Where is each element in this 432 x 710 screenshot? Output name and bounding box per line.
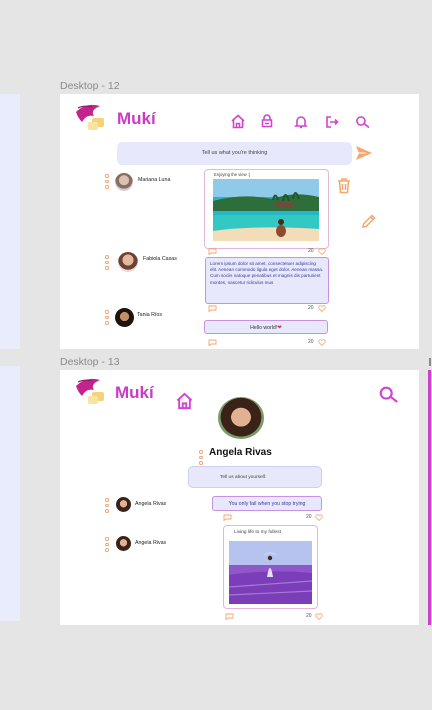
logo-mark-icon: [76, 104, 104, 130]
comment-icon[interactable]: [208, 248, 217, 255]
post-author-name: Angela Rivas: [135, 501, 167, 507]
post-photo-lavender: [229, 541, 312, 604]
like-count: 20: [308, 339, 314, 345]
post-photo-beach: [213, 179, 319, 241]
trash-icon[interactable]: [336, 177, 352, 194]
search-icon[interactable]: [355, 115, 371, 129]
post-text: You only fail when you stop trying: [228, 501, 306, 507]
avatar: [116, 536, 131, 551]
post-menu-dots[interactable]: [105, 498, 109, 513]
adjacent-frame-bottom: [0, 366, 20, 621]
bell-icon[interactable]: [294, 115, 308, 129]
comment-icon[interactable]: [225, 613, 234, 620]
avatar: [116, 497, 131, 512]
adjacent-frame-right-label-tick: [429, 358, 431, 366]
bio-placeholder: Tell us about yourself.: [220, 475, 267, 480]
text-post-card: Hello world!❤: [204, 320, 328, 334]
frame-label: Desktop - 13: [60, 356, 120, 368]
post-menu-dots[interactable]: [105, 310, 109, 325]
profile-name: Angela Rivas: [209, 447, 272, 458]
adjacent-frame-right-edge: [428, 370, 431, 625]
frame-label: Desktop - 12: [60, 80, 120, 92]
post-author-name: Fabiola Casas: [143, 256, 177, 262]
image-post-card: Living life to my fullest: [223, 525, 318, 609]
post-composer-input[interactable]: Tell us what you're thinking: [117, 142, 352, 165]
like-count: 20: [308, 248, 314, 254]
avatar: [115, 173, 133, 191]
post-menu-dots[interactable]: [105, 537, 109, 552]
post-author-name: Mariana Luna: [138, 177, 171, 183]
brand-name: Mukí: [115, 383, 154, 402]
adjacent-frame-top: [0, 94, 20, 349]
post-caption: Enjoying the view :): [214, 172, 251, 177]
composer-placeholder: Tell us what you're thinking: [201, 150, 268, 156]
heart-icon[interactable]: [318, 305, 326, 312]
bio-input[interactable]: Tell us about yourself.: [188, 466, 322, 488]
search-icon[interactable]: [378, 385, 400, 404]
avatar: [115, 308, 134, 327]
post-author-name: Angela Rivas: [135, 540, 167, 546]
brand-logo[interactable]: [72, 376, 112, 406]
text-post-card: You only fail when you stop trying: [212, 496, 322, 511]
comment-icon[interactable]: [223, 514, 232, 521]
heart-icon[interactable]: [315, 514, 323, 521]
like-count: 20: [306, 613, 312, 619]
comment-icon[interactable]: [208, 305, 217, 312]
post-menu-dots[interactable]: [105, 255, 109, 270]
like-count: 20: [306, 514, 312, 520]
pencil-icon[interactable]: [360, 213, 377, 230]
frame-desktop-13: Mukí Angela Rivas Tell us about yourself…: [60, 370, 419, 625]
heart-emoji-icon: ❤: [277, 325, 282, 331]
heart-icon[interactable]: [315, 613, 323, 620]
like-count: 20: [308, 305, 314, 311]
comment-icon[interactable]: [208, 339, 217, 346]
home-icon[interactable]: [230, 114, 246, 129]
profile-avatar[interactable]: [218, 397, 264, 439]
post-text: Hello world!: [250, 325, 278, 331]
image-post-card: Enjoying the view :): [204, 169, 329, 249]
avatar: [118, 252, 138, 272]
brand-logo[interactable]: [72, 102, 112, 132]
text-post-card: Lorem ipsum dolor sit amet, consectetuer…: [205, 257, 329, 304]
post-author-name: Tania Ríos: [137, 312, 163, 318]
brand-name: Mukí: [117, 109, 156, 128]
lock-icon[interactable]: [260, 114, 274, 128]
home-icon[interactable]: [175, 392, 194, 410]
frame-desktop-12: Mukí Tell us what you're thinking Marian…: [60, 94, 419, 349]
post-caption: Living life to my fullest: [234, 530, 281, 535]
logo-mark-icon: [76, 378, 104, 404]
logout-icon[interactable]: [325, 115, 339, 129]
send-icon[interactable]: [354, 144, 374, 162]
heart-icon[interactable]: [318, 248, 326, 255]
bio-edit-dots[interactable]: [199, 450, 203, 465]
post-menu-dots[interactable]: [105, 174, 109, 189]
heart-icon[interactable]: [318, 339, 326, 346]
